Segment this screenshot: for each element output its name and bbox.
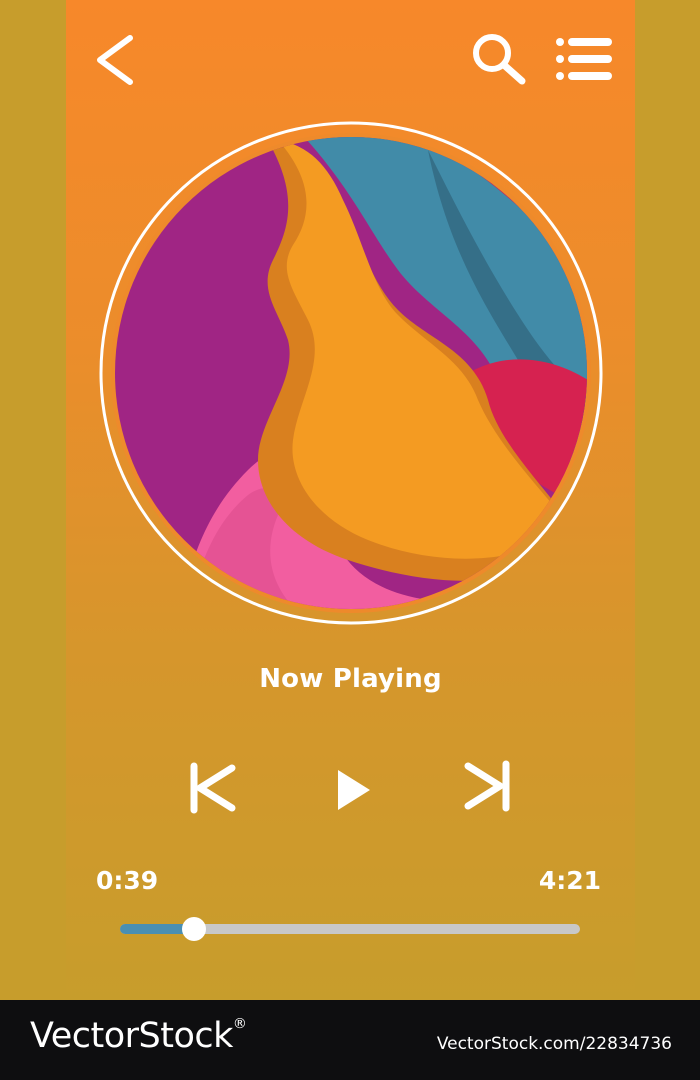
registered-mark: ® [232, 1016, 247, 1032]
list-menu-icon[interactable] [554, 34, 616, 84]
left-frame-border [0, 0, 66, 1000]
watermark-logo: VectorStock® [30, 1016, 247, 1056]
skip-next-icon[interactable] [462, 758, 512, 814]
skip-previous-icon[interactable] [188, 760, 238, 816]
right-frame-border [635, 0, 700, 1000]
chevron-left-icon[interactable] [92, 32, 138, 88]
elapsed-time: 0:39 [96, 866, 159, 895]
music-player-screen: Now Playing 0:39 4:21 [66, 0, 635, 1000]
play-icon[interactable] [330, 760, 376, 816]
watermark-brand: VectorStock [30, 1016, 233, 1056]
total-duration: 4:21 [538, 866, 601, 895]
watermark-bar: VectorStock® VectorStock.com/22834736 [0, 1000, 700, 1080]
progress-thumb[interactable] [182, 917, 206, 941]
album-art [99, 121, 603, 625]
top-bar [66, 0, 635, 110]
playback-controls [66, 750, 635, 830]
now-playing-title: Now Playing [259, 664, 442, 694]
watermark-image-id: VectorStock.com/22834736 [436, 1034, 672, 1054]
progress-slider[interactable] [120, 912, 580, 946]
search-icon[interactable] [470, 31, 530, 87]
